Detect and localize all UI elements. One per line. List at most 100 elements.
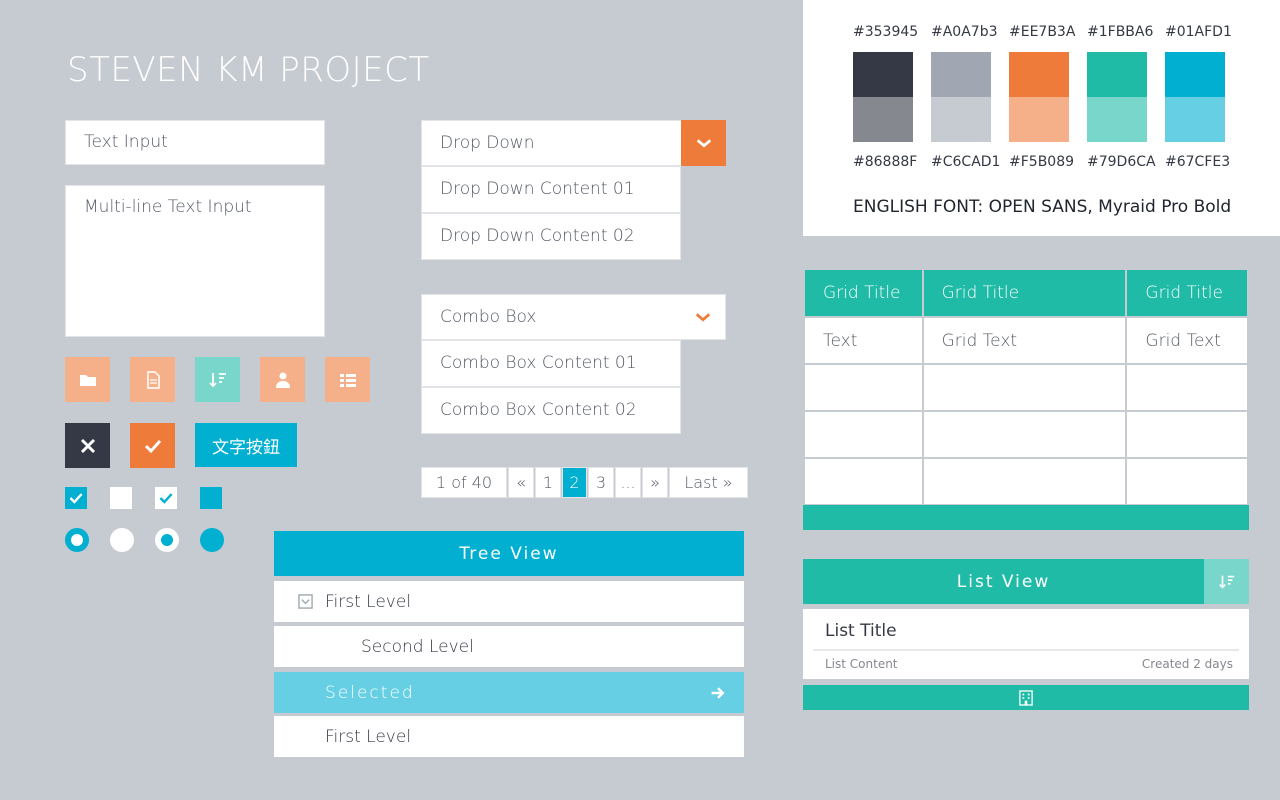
tree-node[interactable]: First Level (274, 581, 744, 622)
grid-row[interactable] (803, 457, 1249, 506)
folder-icon (79, 374, 96, 386)
grid-cell (921, 410, 1128, 459)
color-code: #F5B089 (1009, 154, 1075, 170)
combobox-item[interactable]: Combo Box Content 02 (421, 387, 681, 434)
grid-header[interactable]: Grid Title (921, 270, 1128, 318)
page-button-3[interactable]: 3 (588, 467, 614, 498)
check-icon (159, 493, 173, 504)
list-view-title: List View (956, 571, 1051, 592)
radio-selected-light[interactable] (155, 528, 179, 552)
checkbox-checked[interactable] (65, 487, 87, 509)
grid-cell (1125, 410, 1249, 459)
radio-unselected[interactable] (110, 528, 134, 552)
color-code: #01AFD1 (1165, 24, 1232, 40)
chevron-down-icon (695, 313, 710, 322)
user-button[interactable] (260, 357, 305, 402)
color-code: #C6CAD1 (931, 154, 1001, 170)
color-swatch (1165, 52, 1225, 142)
grid-cell (803, 410, 924, 459)
color-code: #79D6CA (1087, 154, 1156, 170)
text-button[interactable]: 文字按鈕 (195, 423, 297, 467)
list-item-title: List Title (825, 621, 897, 641)
combobox-toggle[interactable] (680, 295, 725, 339)
next-page-button[interactable]: » (642, 467, 668, 498)
pagination: 1 of 40 « 1 2 3 ... » Last » (421, 467, 749, 498)
combobox-label: Combo Box (440, 307, 537, 327)
first-page-button[interactable]: « (508, 467, 534, 498)
document-icon (146, 370, 160, 389)
radio-filled[interactable] (200, 528, 224, 552)
dropdown-item[interactable]: Drop Down Content 01 (421, 166, 681, 213)
color-palette: #353945 #A0A7b3 #EE7B3A #1FBBA6 #01AFD1 … (803, 0, 1280, 236)
tree-node-label: First Level (325, 591, 412, 612)
page-title: STEVEN KM PROJECT (67, 50, 430, 90)
color-swatch (853, 52, 913, 142)
tree-node-selected[interactable]: Selected (274, 672, 744, 713)
list-item-content: List Content (825, 657, 898, 671)
combobox[interactable]: Combo Box (421, 294, 726, 340)
collapse-icon[interactable] (298, 594, 313, 609)
color-code: #67CFE3 (1165, 154, 1231, 170)
grid-row[interactable] (803, 363, 1249, 412)
data-grid: Grid Title Grid Title Grid Title Text Gr… (803, 270, 1249, 506)
page-button-2[interactable]: 2 (562, 467, 587, 498)
page-button-1[interactable]: 1 (535, 467, 561, 498)
list-icon (339, 373, 356, 387)
grid-header[interactable]: Grid Title (1125, 270, 1249, 318)
color-swatch (1087, 52, 1147, 142)
sort-icon (1218, 575, 1234, 589)
user-icon (275, 372, 290, 388)
list-item[interactable]: List Title List Content Created 2 days (803, 609, 1249, 679)
color-swatch (931, 52, 991, 142)
dropdown-label: Drop Down (440, 133, 535, 153)
color-code: #353945 (853, 24, 919, 40)
page-ellipsis: ... (615, 467, 641, 498)
grid-row[interactable]: Text Grid Text Grid Text (803, 316, 1249, 365)
sort-button[interactable] (195, 357, 240, 402)
arrow-right-icon (711, 686, 725, 699)
check-icon (144, 439, 161, 453)
dropdown-toggle[interactable] (681, 120, 726, 166)
grid-cell (803, 363, 924, 412)
tree-node[interactable]: First Level (274, 716, 744, 757)
confirm-button[interactable] (130, 423, 175, 468)
chevron-down-icon (696, 139, 711, 148)
tree-node-label: Selected (325, 682, 415, 703)
radio-selected[interactable] (65, 528, 89, 552)
color-code: #86888F (853, 154, 918, 170)
combobox-item[interactable]: Combo Box Content 01 (421, 340, 681, 387)
grid-cell (921, 457, 1128, 506)
tree-node-label: First Level (325, 726, 412, 747)
grid-cell: Text (803, 316, 924, 365)
text-input[interactable]: Text Input (65, 120, 325, 165)
list-view-footer (803, 685, 1249, 710)
divider (813, 649, 1239, 651)
grid-cell (921, 363, 1128, 412)
tree-node-label: Second Level (361, 636, 474, 657)
close-icon (80, 438, 95, 453)
last-page-button[interactable]: Last » (669, 467, 748, 498)
multiline-text-input[interactable]: Multi-line Text Input (65, 185, 325, 337)
close-button[interactable] (65, 423, 110, 468)
checkbox-unchecked[interactable] (110, 487, 132, 509)
font-note: ENGLISH FONT: OPEN SANS, Myraid Pro Bold (853, 197, 1232, 217)
check-icon (69, 493, 83, 504)
folder-button[interactable] (65, 357, 110, 402)
sort-icon (208, 372, 226, 387)
dropdown[interactable]: Drop Down (421, 120, 726, 166)
checkbox-checked-light[interactable] (155, 487, 177, 509)
grid-cell: Grid Text (1125, 316, 1249, 365)
dropdown-item[interactable]: Drop Down Content 02 (421, 213, 681, 260)
grid-header[interactable]: Grid Title (803, 270, 924, 318)
document-button[interactable] (130, 357, 175, 402)
building-icon (1019, 689, 1033, 706)
list-sort-button[interactable] (1204, 559, 1249, 604)
checkbox-filled[interactable] (200, 487, 222, 509)
list-item-created: Created 2 days (1141, 657, 1233, 671)
tree-node[interactable]: Second Level (274, 626, 744, 667)
list-button[interactable] (325, 357, 370, 402)
color-swatch (1009, 52, 1069, 142)
grid-cell (1125, 457, 1249, 506)
grid-row[interactable] (803, 410, 1249, 459)
tree-view-header: Tree View (274, 531, 744, 576)
